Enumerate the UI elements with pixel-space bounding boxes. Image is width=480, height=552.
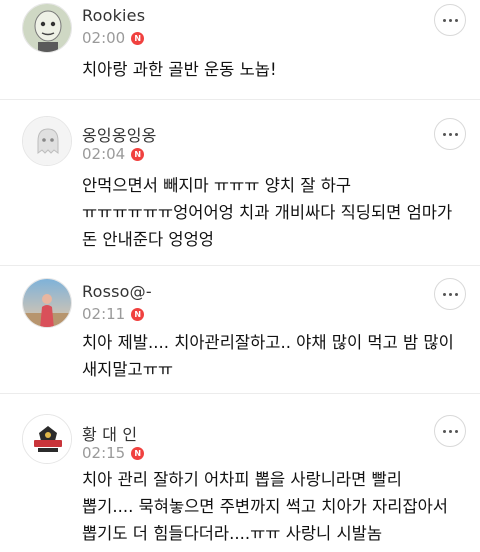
comment-time: 02:00 <box>82 29 126 47</box>
cartoon-face-avatar[interactable] <box>22 3 72 53</box>
comment-line: 돈 안내준다 엉엉엉 <box>82 230 214 249</box>
comment-author[interactable]: Rookies <box>82 6 145 25</box>
comment-line: ㅠㅠㅠㅠㅠㅠ엉어어엉 치과 개비싸다 직딩되면 엄마가 <box>82 203 453 222</box>
comment-line: 치아 제발.... 치아관리잘하고.. 야채 많이 먹고 밤 많이 <box>82 333 454 352</box>
more-dots-icon <box>442 292 458 296</box>
default-ghost-avatar[interactable] <box>22 116 72 166</box>
comment-line: 안먹으면서 빼지마 ㅠㅠㅠ 양치 잘 하구 <box>82 176 352 195</box>
comment-line: 뽑기.... 묵혀놓으면 주변까지 썩고 치아가 자리잡아서 <box>82 497 448 516</box>
new-badge: N <box>131 31 145 45</box>
more-options-button[interactable] <box>434 4 466 36</box>
new-badge: N <box>131 307 145 321</box>
more-dots-icon <box>442 429 458 433</box>
comment-item: Rosso@- 02:11 N 치아 제발.... 치아관리잘하고.. 야채 많… <box>0 266 480 394</box>
comment-meta: 02:11 N <box>82 305 145 323</box>
comment-item: 황 대 인 02:15 N 치아 관리 잘하기 어차피 뽑을 사랑니라면 빨리 … <box>0 394 480 552</box>
comment-list: Rookies 02:00 N 치아랑 과한 골반 운동 노놉! 옹잉옹잉옹 0… <box>0 0 480 552</box>
comment-line: 치아랑 과한 골반 운동 노놉! <box>82 60 277 79</box>
team-logo-avatar[interactable] <box>22 414 72 464</box>
more-options-button[interactable] <box>434 278 466 310</box>
comment-time: 02:11 <box>82 305 126 323</box>
more-options-button[interactable] <box>434 415 466 447</box>
comment-body: 안먹으면서 빼지마 ㅠㅠㅠ 양치 잘 하구 ㅠㅠㅠㅠㅠㅠ엉어어엉 치과 개비싸다… <box>82 172 467 253</box>
comment-author[interactable]: Rosso@- <box>82 282 152 301</box>
comment-body: 치아 제발.... 치아관리잘하고.. 야채 많이 먹고 밤 많이 새지말고ㅠㅠ <box>82 329 467 383</box>
more-dots-icon <box>442 132 458 136</box>
photo-avatar[interactable] <box>22 278 72 328</box>
comment-line: 치아 관리 잘하기 어차피 뽑을 사랑니라면 빨리 <box>82 470 402 489</box>
comment-time: 02:15 <box>82 444 126 462</box>
comment-body: 치아랑 과한 골반 운동 노놉! <box>82 56 467 83</box>
comment-item: Rookies 02:00 N 치아랑 과한 골반 운동 노놉! <box>0 0 480 100</box>
comment-line: 새지말고ㅠㅠ <box>82 360 174 379</box>
comment-meta: 02:04 N <box>82 145 145 163</box>
comment-author[interactable]: 옹잉옹잉옹 <box>82 122 157 146</box>
comment-author[interactable]: 황 대 인 <box>82 421 137 445</box>
comment-body: 치아 관리 잘하기 어차피 뽑을 사랑니라면 빨리 뽑기.... 묵혀놓으면 주… <box>82 466 467 547</box>
comment-time: 02:04 <box>82 145 126 163</box>
comment-meta: 02:15 N <box>82 444 145 462</box>
comment-meta: 02:00 N <box>82 29 145 47</box>
comment-line: 뽑기도 더 힘들다더라....ㅠㅠ 사랑니 시발놈 <box>82 524 383 543</box>
new-badge: N <box>131 147 145 161</box>
comment-item: 옹잉옹잉옹 02:04 N 안먹으면서 빼지마 ㅠㅠㅠ 양치 잘 하구 ㅠㅠㅠㅠ… <box>0 100 480 266</box>
more-options-button[interactable] <box>434 118 466 150</box>
more-dots-icon <box>442 18 458 22</box>
new-badge: N <box>131 446 145 460</box>
